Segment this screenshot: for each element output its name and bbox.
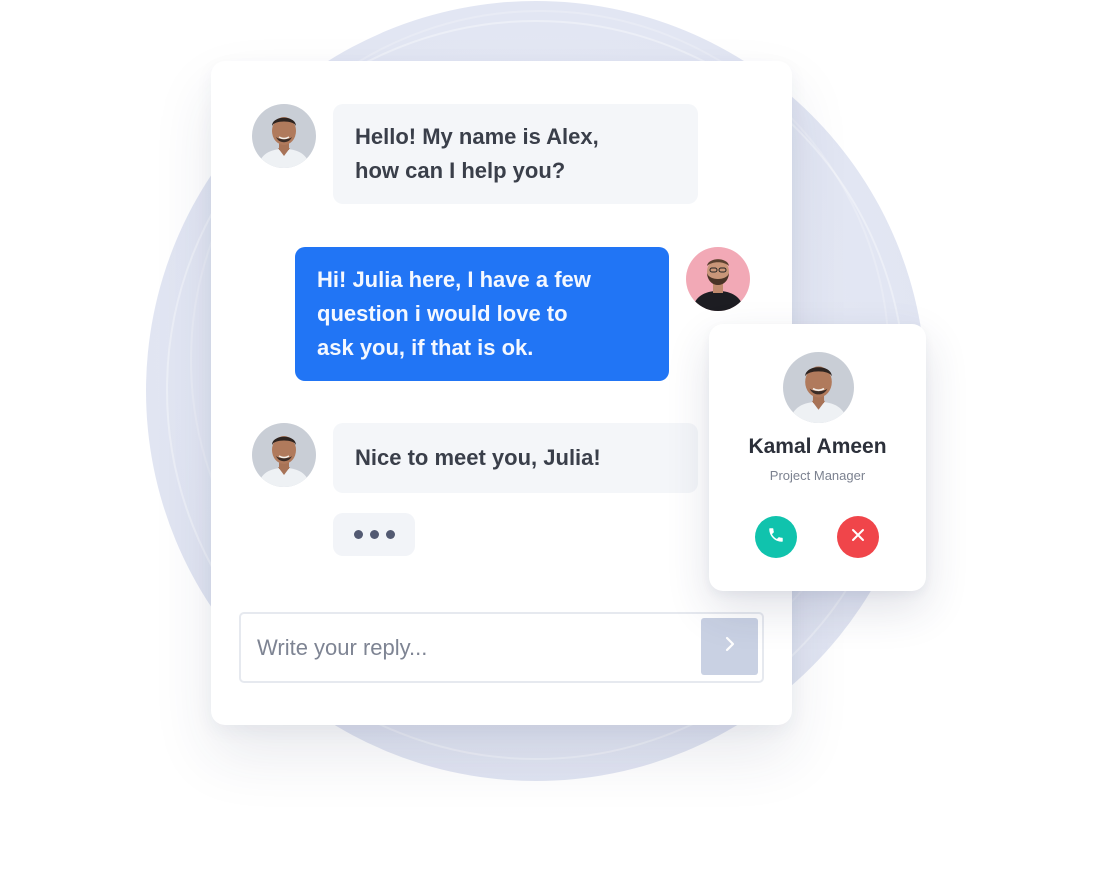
contact-name: Kamal Ameen — [748, 435, 887, 458]
typing-indicator — [333, 513, 415, 556]
message-bubble-outgoing: Hi! Julia here, I have a few question i … — [295, 247, 669, 381]
message-text: Nice to meet you, Julia! — [355, 445, 601, 470]
accept-call-button[interactable] — [755, 516, 797, 558]
typing-dot — [369, 530, 379, 539]
contact-avatar — [783, 352, 854, 423]
message-text: Hello! My name is Alex, how can I help y… — [355, 124, 599, 183]
julia-avatar — [686, 247, 750, 311]
send-button[interactable] — [701, 618, 758, 675]
close-icon — [851, 528, 865, 547]
alex-avatar — [252, 423, 316, 487]
decline-call-button[interactable] — [837, 516, 879, 558]
alex-avatar — [252, 104, 316, 168]
call-card: Kamal Ameen Project Manager — [709, 324, 926, 591]
contact-role: Project Manager — [769, 468, 866, 483]
chevron-right-icon — [722, 634, 738, 659]
typing-dot — [353, 530, 363, 539]
message-bubble-incoming: Hello! My name is Alex, how can I help y… — [333, 104, 698, 204]
typing-dot — [385, 530, 395, 539]
message-bubble-incoming: Nice to meet you, Julia! — [333, 423, 698, 493]
message-text: Hi! Julia here, I have a few question i … — [317, 267, 591, 360]
chat-window: Hello! My name is Alex, how can I help y… — [211, 61, 792, 725]
phone-icon — [767, 526, 785, 549]
reply-input[interactable] — [241, 614, 699, 681]
stage: Hello! My name is Alex, how can I help y… — [0, 0, 1119, 890]
reply-bar — [239, 612, 764, 683]
